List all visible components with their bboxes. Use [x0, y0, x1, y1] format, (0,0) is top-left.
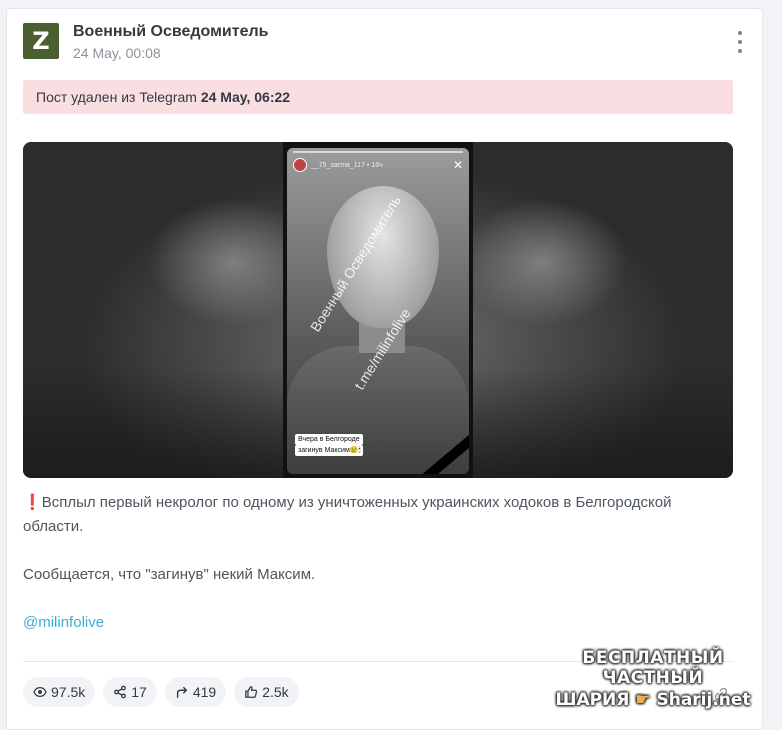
- post-card: Z Военный Осведомитель 24 May, 00:08 Пос…: [6, 8, 763, 730]
- story-screenshot: __75_sarma_117 • 16ч ✕ Военный Осведомит…: [283, 142, 473, 478]
- deleted-notice-date: 24 May, 06:22: [200, 89, 291, 105]
- reactions-counter[interactable]: 2.5k: [234, 677, 299, 707]
- forwards-counter[interactable]: 419: [164, 677, 227, 707]
- post-paragraph-1-text: Всплыл первый некролог по одному из унич…: [23, 494, 672, 535]
- pointing-hand-icon: ☛: [635, 690, 651, 710]
- story-caption-line1: Вчера в Белгороде: [295, 434, 363, 445]
- close-icon: ✕: [452, 158, 463, 172]
- post-paragraph-2: Сообщается, что "загинув" некий Максим.: [23, 566, 316, 583]
- forward-arrow-icon: [176, 686, 187, 698]
- shares-counter[interactable]: 17: [103, 677, 157, 707]
- post-image[interactable]: __75_sarma_117 • 16ч ✕ Военный Осведомит…: [23, 142, 733, 478]
- channel-mention-link[interactable]: @milinfolive: [23, 614, 104, 631]
- deleted-notice: Пост удален из Telegram 24 May, 06:22: [23, 80, 733, 114]
- story-caption-line2: загинув Максим😢🕯: [295, 445, 364, 456]
- post-date: 24 May, 00:08: [73, 45, 161, 61]
- share-icon: [114, 685, 127, 699]
- deleted-notice-text: Пост удален из Telegram: [36, 89, 197, 105]
- shares-count: 17: [131, 684, 147, 700]
- eye-icon: [33, 686, 47, 698]
- reactions-count: 2.5k: [262, 684, 289, 700]
- story-avatar: [293, 158, 307, 172]
- site-watermark-line2: ШАРИЯ ☛ Sharij.net: [540, 690, 766, 710]
- post-stats: 97.5k 17 419 2.5k: [23, 677, 299, 707]
- story-progress-bar: [293, 151, 463, 153]
- story-caption: Вчера в Белгороде загинув Максим😢🕯: [295, 434, 364, 456]
- exclamation-icon: ❗: [23, 494, 42, 511]
- story-header: __75_sarma_117 • 16ч ✕: [293, 158, 463, 172]
- more-options-icon[interactable]: [730, 29, 750, 55]
- thumbs-up-icon: [245, 686, 258, 698]
- post-paragraph-1: ❗Всплыл первый некролог по одному из уни…: [23, 491, 733, 539]
- views-counter[interactable]: 97.5k: [23, 677, 96, 707]
- channel-avatar[interactable]: Z: [23, 23, 59, 59]
- forwards-count: 419: [192, 684, 217, 700]
- post-header: Z Военный Осведомитель 24 May, 00:08: [23, 21, 746, 65]
- story-username: __75_sarma_117 • 16ч: [311, 161, 383, 169]
- avatar-letter: Z: [32, 27, 50, 55]
- post-text: ❗Всплыл первый некролог по одному из уни…: [23, 491, 733, 659]
- views-count: 97.5k: [51, 684, 86, 700]
- channel-name[interactable]: Военный Осведомитель: [73, 23, 269, 41]
- site-watermark: БЕСПЛАТНЫЙ ЧАСТНЫЙ ШАРИЯ ☛ Sharij.net: [540, 648, 766, 710]
- site-watermark-right: Sharij.net: [656, 690, 751, 710]
- site-watermark-line1: БЕСПЛАТНЫЙ ЧАСТНЫЙ: [582, 648, 724, 688]
- site-watermark-left: ШАРИЯ: [555, 690, 630, 710]
